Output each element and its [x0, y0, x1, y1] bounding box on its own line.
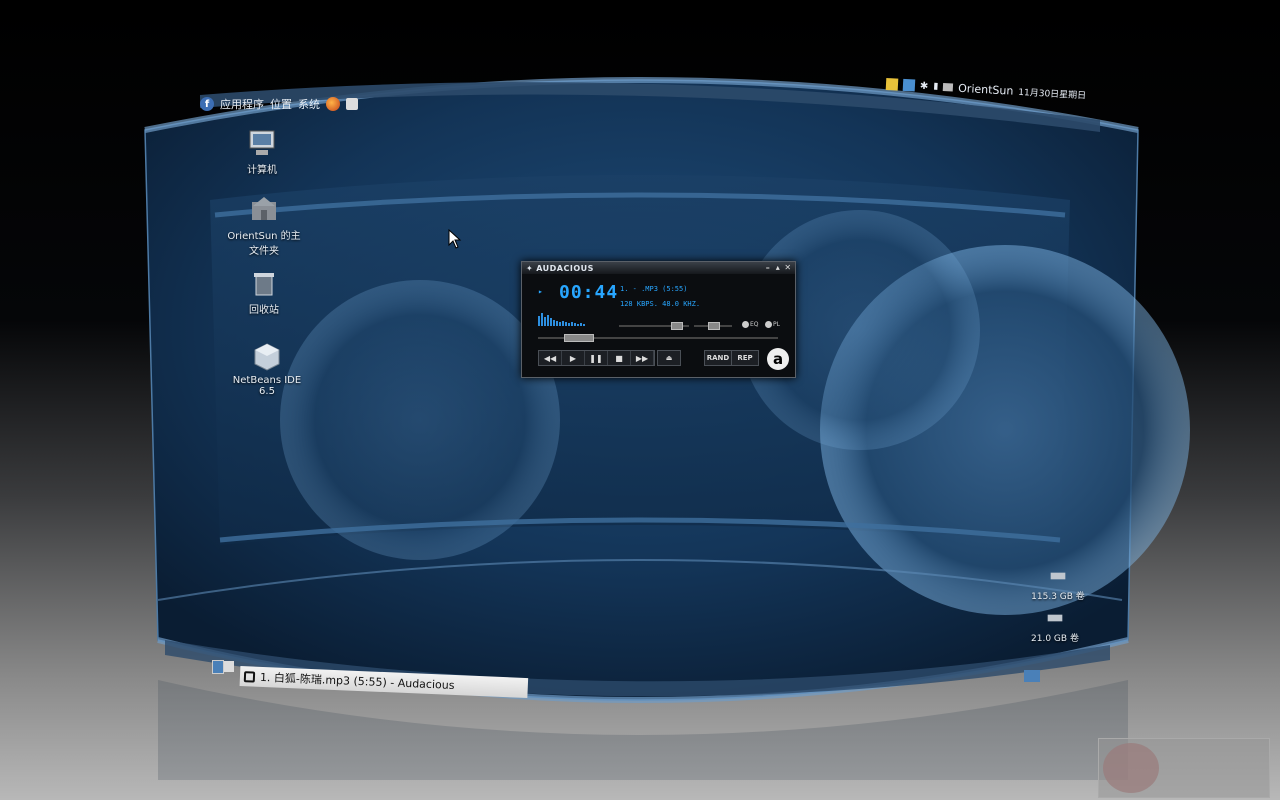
fedora-menu-icon[interactable]: f: [200, 97, 214, 111]
audacious-task-icon: [243, 670, 256, 683]
desktop-icon-label: 计算机: [247, 165, 277, 176]
drive-icon-21gb[interactable]: 21.0 GB 卷: [1030, 608, 1080, 644]
audacious-player-window[interactable]: ✦ AUDACIOUS – ▴ ✕ ▸ 00:44 1. - .MP3 (5:5…: [521, 261, 796, 378]
desktop-icon-netbeans[interactable]: NetBeans IDE 6.5: [224, 342, 310, 397]
audacious-title: AUDACIOUS: [536, 263, 594, 273]
desktop-icon-computer[interactable]: 计算机: [240, 128, 284, 176]
show-desktop-icon[interactable]: [212, 660, 224, 674]
network-icon[interactable]: [902, 78, 916, 92]
desktop-icon-label: OrientSun 的主文件夹: [227, 231, 301, 257]
firefox-icon[interactable]: [326, 97, 340, 111]
transport-controls: ◀◀ ▶ ❚❚ ■ ▶▶: [538, 350, 655, 366]
pl-toggle[interactable]: PL: [765, 321, 780, 328]
audacious-menu-icon[interactable]: ✦: [526, 264, 533, 273]
computer-icon: [249, 130, 275, 155]
places-menu[interactable]: 位置: [270, 96, 292, 112]
bluetooth-icon[interactable]: ✱: [920, 80, 929, 91]
audacious-titlebar[interactable]: ✦ AUDACIOUS – ▴ ✕: [522, 262, 795, 274]
close-icon[interactable]: ✕: [784, 264, 792, 272]
home-folder-icon: [252, 197, 276, 220]
minimize-icon[interactable]: –: [764, 264, 772, 272]
track-title: 1. - .MP3 (5:55): [620, 285, 688, 293]
applications-menu[interactable]: 应用程序: [220, 96, 264, 112]
stop-icon[interactable]: ■: [608, 351, 631, 365]
watermark: [1098, 738, 1270, 798]
drive-icon-115gb[interactable]: 115.3 GB 卷: [1030, 566, 1086, 602]
balance-knob[interactable]: [708, 322, 720, 330]
desktop-icon-label: NetBeans IDE 6.5: [232, 375, 302, 397]
desktop-icon-trash[interactable]: 回收站: [242, 268, 286, 316]
user-name[interactable]: OrientSun: [958, 81, 1014, 97]
drive-icon: [1047, 614, 1063, 622]
visualizer[interactable]: [538, 312, 585, 326]
previous-icon[interactable]: ◀◀: [539, 351, 562, 365]
drive-label: 21.0 GB 卷: [1031, 634, 1079, 644]
eq-toggle[interactable]: EQ: [742, 321, 759, 328]
next-icon[interactable]: ▶▶: [631, 351, 654, 365]
bitrate-info: 128 KBPS. 48.0 KHZ.: [620, 300, 701, 308]
eject-icon[interactable]: ⏏: [657, 350, 681, 366]
drive-label: 115.3 GB 卷: [1031, 592, 1085, 602]
workspace-switcher-icon[interactable]: [224, 661, 234, 672]
desktop-icon-home-folder[interactable]: OrientSun 的主文件夹: [224, 194, 304, 257]
system-menu[interactable]: 系统: [298, 96, 320, 112]
trash-applet-icon[interactable]: [1024, 670, 1040, 682]
play-icon[interactable]: ▶: [562, 351, 585, 365]
volume-slider[interactable]: [619, 322, 689, 330]
battery-icon[interactable]: [943, 83, 954, 92]
clock[interactable]: 11月30日星期日: [1018, 84, 1086, 101]
seek-slider[interactable]: [538, 334, 778, 342]
netbeans-icon: [254, 343, 280, 371]
signal-icon[interactable]: ▮: [933, 81, 938, 91]
watermark-logo-icon: [1103, 743, 1159, 793]
top-panel: f 应用程序 位置 系统: [200, 92, 360, 116]
volume-knob[interactable]: [671, 322, 683, 330]
rand-button[interactable]: RAND: [704, 350, 732, 366]
notes-icon[interactable]: [885, 78, 899, 91]
balance-slider[interactable]: [694, 322, 732, 330]
seek-knob[interactable]: [564, 334, 594, 342]
rep-button[interactable]: REP: [731, 350, 759, 366]
play-indicator-icon: ▸: [538, 287, 543, 296]
mail-icon[interactable]: [346, 98, 358, 110]
trash-icon: [254, 273, 274, 296]
shade-icon[interactable]: ▴: [774, 264, 782, 272]
mouse-cursor-icon: [448, 229, 462, 249]
playback-time[interactable]: 00:44: [559, 282, 618, 303]
desktop-cube-cylinder: [144, 77, 1190, 780]
desktop-icon-label: 回收站: [249, 305, 279, 316]
drive-icon: [1050, 572, 1066, 580]
pause-icon[interactable]: ❚❚: [585, 351, 608, 365]
audacious-logo[interactable]: a: [767, 348, 789, 370]
